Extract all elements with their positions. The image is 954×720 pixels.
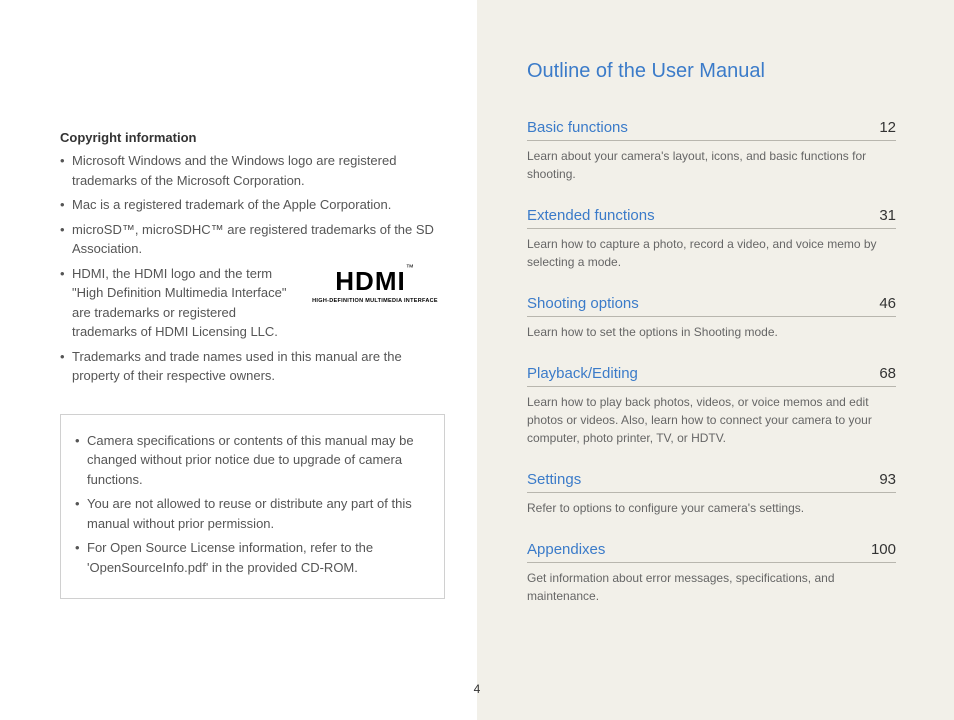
- outline-section: Extended functions 31 Learn how to captu…: [527, 207, 896, 271]
- outline-name[interactable]: Playback/Editing: [527, 365, 638, 382]
- outline-section: Appendixes 100 Get information about err…: [527, 541, 896, 605]
- outline-header: Settings 93: [527, 471, 896, 493]
- outline-name[interactable]: Appendixes: [527, 541, 605, 558]
- copyright-bullet: Mac is a registered trademark of the App…: [60, 195, 445, 215]
- outline-desc: Learn about your camera's layout, icons,…: [527, 147, 896, 183]
- outline-header: Shooting options 46: [527, 295, 896, 317]
- outline-page: 31: [879, 207, 896, 224]
- outline-page: 93: [879, 471, 896, 488]
- outline-name[interactable]: Basic functions: [527, 119, 628, 136]
- hdmi-logo-main: HDMI™: [305, 262, 445, 301]
- hdmi-logo-text: HDMI: [335, 266, 405, 296]
- outline-section: Settings 93 Refer to options to configur…: [527, 471, 896, 517]
- copyright-heading: Copyright information: [60, 130, 445, 145]
- hdmi-logo-icon: HDMI™ HIGH-DEFINITION MULTIMEDIA INTERFA…: [305, 262, 445, 305]
- outline-desc: Learn how to capture a photo, record a v…: [527, 235, 896, 271]
- outline-name[interactable]: Settings: [527, 471, 581, 488]
- outline-desc: Get information about error messages, sp…: [527, 569, 896, 605]
- outline-header: Appendixes 100: [527, 541, 896, 563]
- hdmi-row: HDMI, the HDMI logo and the term "High D…: [72, 264, 445, 342]
- outline-name[interactable]: Shooting options: [527, 295, 639, 312]
- right-column: Outline of the User Manual Basic functio…: [477, 0, 954, 720]
- outline-desc: Refer to options to configure your camer…: [527, 499, 896, 517]
- hdmi-tm: ™: [406, 263, 415, 272]
- copyright-bullet: Microsoft Windows and the Windows logo a…: [60, 151, 445, 190]
- note-bullet: For Open Source License information, ref…: [75, 538, 430, 577]
- note-box: Camera specifications or contents of thi…: [60, 414, 445, 600]
- outline-page: 100: [871, 541, 896, 558]
- outline-section: Basic functions 12 Learn about your came…: [527, 119, 896, 183]
- hdmi-text: HDMI, the HDMI logo and the term "High D…: [72, 264, 293, 342]
- outline-page: 12: [879, 119, 896, 136]
- outline-desc: Learn how to set the options in Shooting…: [527, 323, 896, 341]
- page-number: 4: [474, 682, 481, 696]
- note-bullets: Camera specifications or contents of thi…: [75, 431, 430, 578]
- note-bullet: Camera specifications or contents of thi…: [75, 431, 430, 490]
- outline-desc: Learn how to play back photos, videos, o…: [527, 393, 896, 447]
- outline-header: Extended functions 31: [527, 207, 896, 229]
- left-column: Copyright information Microsoft Windows …: [0, 0, 477, 720]
- outline-section: Playback/Editing 68 Learn how to play ba…: [527, 365, 896, 447]
- copyright-bullet: HDMI, the HDMI logo and the term "High D…: [60, 264, 445, 342]
- copyright-bullet: Trademarks and trade names used in this …: [60, 347, 445, 386]
- outline-title: Outline of the User Manual: [527, 60, 896, 83]
- outline-page: 46: [879, 295, 896, 312]
- outline-section: Shooting options 46 Learn how to set the…: [527, 295, 896, 341]
- note-bullet: You are not allowed to reuse or distribu…: [75, 494, 430, 533]
- outline-header: Basic functions 12: [527, 119, 896, 141]
- copyright-bullets: Microsoft Windows and the Windows logo a…: [60, 151, 445, 386]
- outline-name[interactable]: Extended functions: [527, 207, 655, 224]
- outline-page: 68: [879, 365, 896, 382]
- copyright-bullet: microSD™, microSDHC™ are registered trad…: [60, 220, 445, 259]
- outline-header: Playback/Editing 68: [527, 365, 896, 387]
